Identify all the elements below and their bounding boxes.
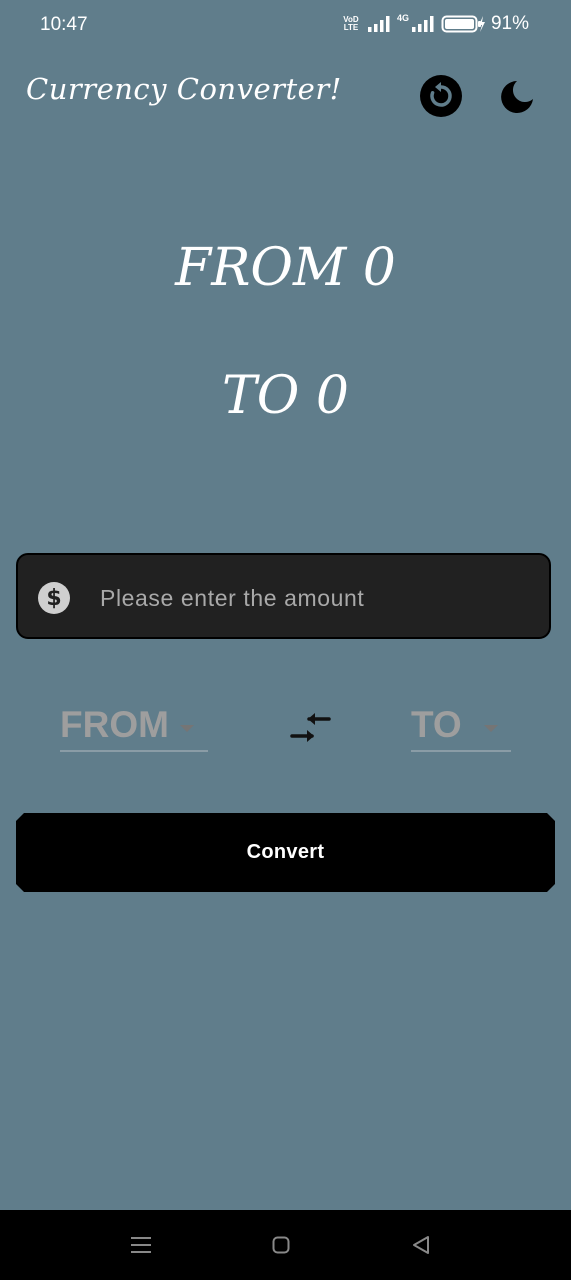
to-result-text: TO 0 — [222, 366, 349, 426]
swap-currencies-button[interactable] — [288, 710, 334, 746]
battery-percent: 91% — [490, 13, 529, 34]
signal-icon-2 — [411, 16, 434, 32]
swap-arrows-icon — [290, 713, 331, 742]
network-type: 4G — [396, 13, 409, 23]
volte-indicator: VoD LTE — [343, 15, 359, 32]
chevron-down-icon — [484, 725, 498, 732]
dollar-icon: $ — [38, 582, 70, 614]
app-title: Currency Converter! — [26, 72, 342, 106]
to-currency-select[interactable]: TO — [411, 700, 511, 752]
from-currency-select[interactable]: FROM — [60, 700, 208, 752]
home-icon[interactable] — [272, 1236, 290, 1254]
amount-input[interactable] — [98, 575, 522, 621]
theme-toggle-button[interactable] — [496, 76, 538, 118]
moon-icon — [501, 81, 533, 113]
back-icon[interactable] — [411, 1235, 431, 1255]
from-result-text: FROM 0 — [175, 238, 396, 298]
status-time: 10:47 — [40, 14, 88, 35]
navigation-bar — [0, 1210, 571, 1280]
chevron-down-icon — [180, 725, 194, 732]
reset-icon — [430, 82, 452, 107]
convert-button[interactable]: Convert — [16, 813, 555, 892]
status-icons: VoD LTE 4G 91% — [341, 13, 529, 35]
status-bar: 10:47 VoD LTE 4G 91% — [0, 0, 571, 52]
reset-button[interactable] — [420, 75, 462, 117]
amount-field[interactable]: $ — [16, 553, 551, 639]
to-select-label: TO — [411, 704, 462, 745]
signal-icon — [367, 16, 390, 32]
battery-icon — [441, 15, 485, 33]
from-select-label: FROM — [60, 704, 169, 745]
menu-icon[interactable] — [130, 1234, 152, 1256]
